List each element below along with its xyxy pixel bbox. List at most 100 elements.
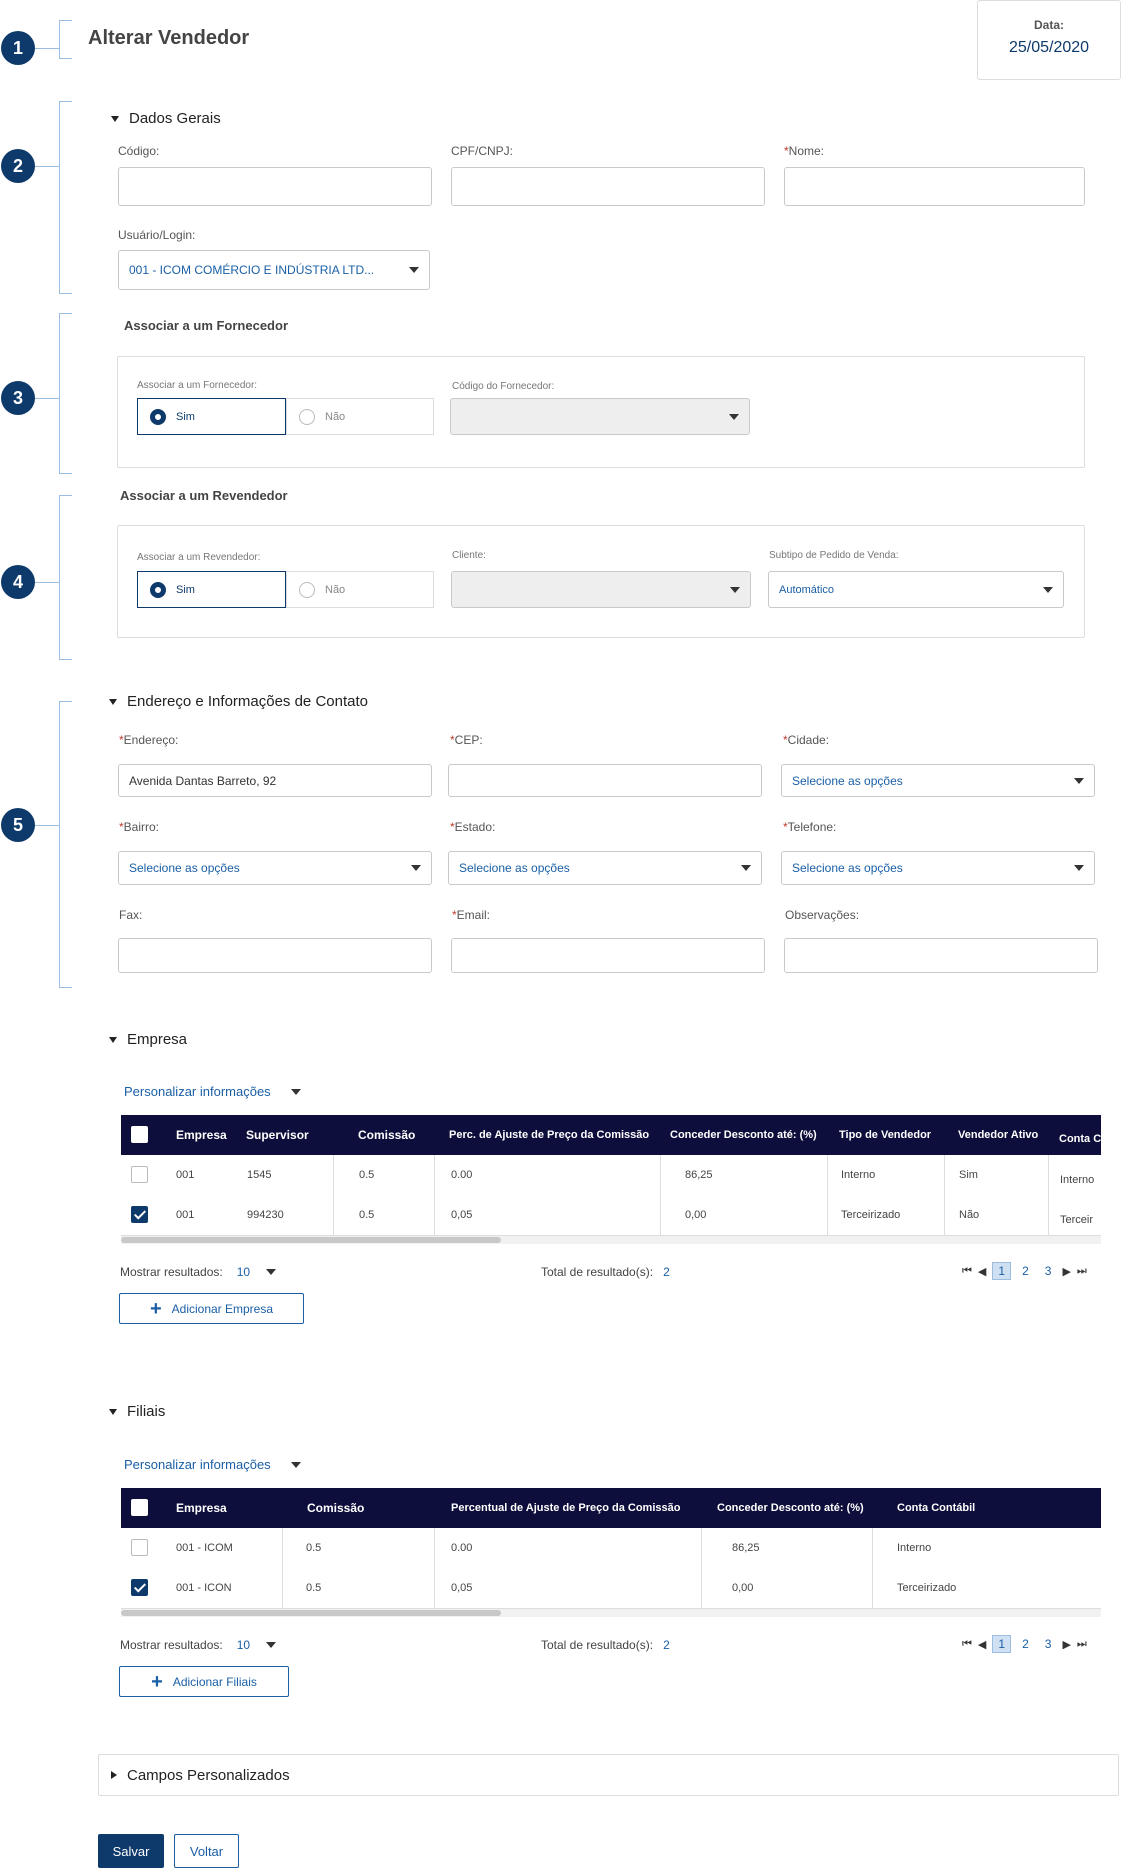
fax-label: Fax: bbox=[119, 908, 143, 922]
first-page-icon[interactable]: ⏮ bbox=[962, 1265, 972, 1278]
section-bracket bbox=[59, 495, 72, 660]
fax-input[interactable] bbox=[118, 938, 432, 973]
chevron-down-icon bbox=[409, 267, 419, 273]
step-badge-number: 5 bbox=[12, 814, 23, 835]
table-row[interactable]: 001 - ICON 0.5 0,05 0,00 Terceirizado bbox=[121, 1568, 1101, 1609]
cliente-select[interactable] bbox=[451, 571, 751, 608]
connector-line bbox=[35, 825, 59, 826]
total-value: 2 bbox=[663, 1265, 670, 1279]
section-toggle-empresa[interactable]: Empresa bbox=[109, 1031, 187, 1048]
page-size-select[interactable]: 10 bbox=[237, 1638, 277, 1652]
connector-line bbox=[35, 166, 59, 167]
page-number[interactable]: 3 bbox=[1040, 1263, 1057, 1279]
page-number[interactable]: 3 bbox=[1040, 1636, 1057, 1652]
page-number[interactable]: 2 bbox=[1017, 1636, 1034, 1652]
endereco-input[interactable]: Avenida Dantas Barreto, 92 bbox=[118, 764, 432, 797]
table-cell: 86,25 bbox=[685, 1169, 713, 1181]
section-toggle-endereco[interactable]: Endereço e Informações de Contato bbox=[109, 693, 368, 710]
table-row[interactable]: 001 1545 0.5 0.00 86,25 Interno Sim Inte… bbox=[121, 1155, 1101, 1196]
column-header[interactable]: Comissão bbox=[307, 1488, 364, 1528]
total-label: Total de resultado(s): bbox=[541, 1265, 654, 1279]
voltar-button[interactable]: Voltar bbox=[174, 1834, 239, 1868]
column-header[interactable]: Supervisor bbox=[246, 1115, 309, 1155]
personalizar-filiais[interactable]: Personalizar informações bbox=[124, 1457, 301, 1472]
estado-select[interactable]: Selecione as opções bbox=[448, 851, 762, 885]
table-cell: 1545 bbox=[247, 1169, 272, 1181]
column-header[interactable]: Conceder Desconto até: (%) bbox=[670, 1115, 817, 1155]
column-header[interactable]: Comissão bbox=[358, 1115, 415, 1155]
section-title: Filiais bbox=[127, 1403, 166, 1420]
campos-personalizados-collapsible[interactable]: Campos Personalizados bbox=[98, 1754, 1119, 1796]
observacoes-label: Observações: bbox=[785, 908, 860, 922]
add-empresa-button[interactable]: + Adicionar Empresa bbox=[119, 1293, 304, 1324]
codigo-input[interactable] bbox=[118, 167, 432, 206]
select-all-checkbox[interactable] bbox=[131, 1499, 148, 1516]
nome-input[interactable] bbox=[784, 167, 1085, 206]
horizontal-scrollbar[interactable] bbox=[121, 1610, 501, 1616]
column-header[interactable]: Perc. de Ajuste de Preço da Comissão bbox=[449, 1115, 649, 1155]
page-number[interactable]: 2 bbox=[1017, 1263, 1034, 1279]
next-page-icon[interactable]: ▶ bbox=[1062, 1265, 1070, 1278]
next-page-icon[interactable]: ▶ bbox=[1062, 1638, 1070, 1651]
column-header[interactable]: Empresa bbox=[176, 1115, 227, 1155]
caret-down-icon bbox=[109, 1036, 117, 1043]
chevron-down-icon bbox=[1074, 865, 1084, 871]
section-toggle-dados-gerais[interactable]: Dados Gerais bbox=[111, 110, 221, 127]
table-cell: 001 - ICOM bbox=[176, 1542, 233, 1554]
prev-page-icon[interactable]: ◀ bbox=[978, 1265, 986, 1278]
column-header[interactable]: Conta Contábil bbox=[897, 1488, 975, 1528]
column-header[interactable]: Tipo de Vendedor bbox=[839, 1115, 931, 1155]
radio-revendedor-sim[interactable]: Sim bbox=[137, 571, 286, 608]
table-row[interactable]: 001 - ICOM 0.5 0.00 86,25 Interno bbox=[121, 1528, 1101, 1569]
observacoes-input[interactable] bbox=[784, 938, 1098, 973]
table-cell: Terceirizado bbox=[897, 1582, 957, 1594]
page-size-select[interactable]: 10 bbox=[237, 1265, 277, 1279]
first-page-icon[interactable]: ⏮ bbox=[962, 1638, 972, 1651]
radio-fornecedor-sim[interactable]: Sim bbox=[137, 398, 286, 435]
table-cell: 001 bbox=[176, 1169, 195, 1181]
telefone-select[interactable]: Selecione as opções bbox=[781, 851, 1095, 885]
bairro-select[interactable]: Selecione as opções bbox=[118, 851, 432, 885]
usuario-select[interactable]: 001 - ICOM COMÉRCIO E INDÚSTRIA LTD... bbox=[118, 250, 430, 290]
subtipo-select[interactable]: Automático bbox=[768, 571, 1064, 608]
table-row[interactable]: 001 994230 0.5 0,05 0,00 Terceirizado Nã… bbox=[121, 1195, 1101, 1236]
radio-fornecedor-nao[interactable]: Não bbox=[286, 398, 434, 435]
add-filiais-button[interactable]: + Adicionar Filiais bbox=[119, 1666, 289, 1697]
cell-divider bbox=[282, 1568, 283, 1608]
button-label: Salvar bbox=[112, 1843, 150, 1859]
email-input[interactable] bbox=[451, 938, 765, 973]
radio-revendedor-nao[interactable]: Não bbox=[286, 571, 434, 608]
section-toggle-filiais[interactable]: Filiais bbox=[109, 1403, 165, 1420]
radio-label: Não bbox=[325, 583, 346, 596]
horizontal-scrollbar[interactable] bbox=[121, 1237, 501, 1243]
last-page-icon[interactable]: ⏭ bbox=[1077, 1638, 1087, 1651]
row-checkbox[interactable] bbox=[131, 1166, 148, 1183]
row-checkbox[interactable] bbox=[131, 1539, 148, 1556]
radio-on-icon bbox=[150, 581, 166, 598]
page-number[interactable]: 1 bbox=[992, 1262, 1012, 1280]
prev-page-icon[interactable]: ◀ bbox=[978, 1638, 986, 1651]
page-number[interactable]: 1 bbox=[992, 1635, 1012, 1653]
row-checkbox[interactable] bbox=[131, 1579, 148, 1596]
cell-divider bbox=[434, 1528, 435, 1568]
codigo-fornecedor-select[interactable] bbox=[450, 398, 750, 435]
step-badge-number: 4 bbox=[12, 571, 23, 592]
cep-input[interactable] bbox=[448, 764, 762, 797]
cpf-input[interactable] bbox=[451, 167, 765, 206]
total-resultados-empresa: Total de resultado(s): 2 bbox=[541, 1265, 670, 1279]
filiais-table-header: Empresa Comissão Percentual de Ajuste de… bbox=[121, 1488, 1101, 1528]
salvar-button[interactable]: Salvar bbox=[98, 1834, 164, 1868]
column-header[interactable]: Vendedor Ativo bbox=[958, 1115, 1038, 1155]
select-all-checkbox[interactable] bbox=[131, 1126, 148, 1143]
row-checkbox[interactable] bbox=[131, 1206, 148, 1223]
cell-divider bbox=[872, 1528, 873, 1568]
column-header[interactable]: Percentual de Ajuste de Preço da Comissã… bbox=[451, 1488, 680, 1528]
cidade-select[interactable]: Selecione as opções bbox=[781, 764, 1095, 797]
column-header[interactable]: Conta C bbox=[1059, 1119, 1101, 1155]
estado-value: Selecione as opções bbox=[459, 861, 570, 875]
personalizar-empresa[interactable]: Personalizar informações bbox=[124, 1084, 301, 1099]
cell-divider bbox=[944, 1195, 945, 1235]
last-page-icon[interactable]: ⏭ bbox=[1077, 1265, 1087, 1278]
column-header[interactable]: Conceder Desconto até: (%) bbox=[717, 1488, 864, 1528]
column-header[interactable]: Empresa bbox=[176, 1488, 227, 1528]
